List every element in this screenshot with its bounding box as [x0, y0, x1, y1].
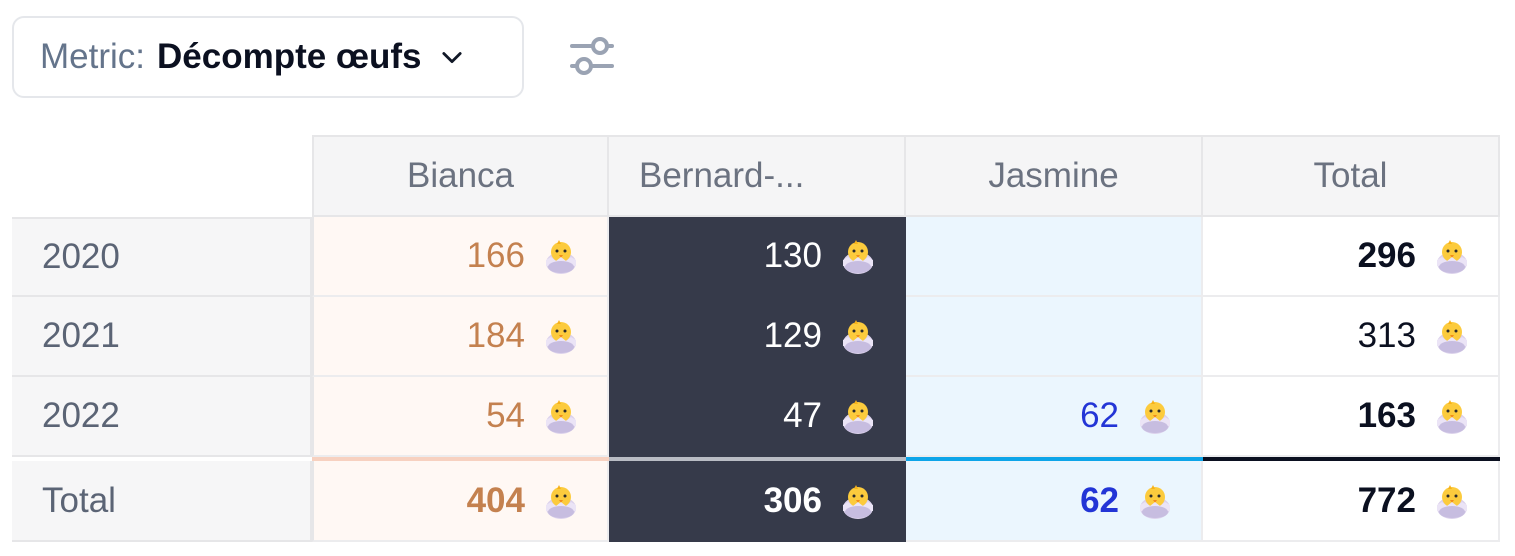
cell-bianca-2020[interactable]: 166 — [312, 217, 609, 297]
cell-bernard-2020[interactable]: 130 — [609, 217, 906, 297]
row-label-2022: 2022 — [12, 377, 312, 457]
pivot-table: Bianca Bernard-... Jasmine Total 2020 16… — [12, 135, 1500, 556]
hatching-chick-icon — [838, 481, 878, 521]
column-header-total[interactable]: Total — [1203, 135, 1500, 217]
value: 130 — [763, 236, 822, 275]
sliders-icon — [569, 34, 615, 83]
hatching-chick-icon — [1432, 396, 1472, 436]
cell-bianca-2021[interactable]: 184 — [312, 297, 609, 377]
value: 54 — [486, 396, 525, 435]
cell-bianca-2022[interactable]: 54 — [312, 377, 609, 457]
value: 62 — [1080, 480, 1119, 520]
cell-bianca-total[interactable]: 404 — [312, 461, 609, 542]
cell-bernard-2021[interactable]: 129 — [609, 297, 906, 377]
hatching-chick-icon — [541, 316, 581, 356]
chevron-down-icon — [437, 42, 467, 72]
cell-total-total[interactable]: 772 — [1203, 461, 1500, 542]
value: 306 — [763, 480, 822, 520]
cell-total-2022[interactable]: 163 — [1203, 377, 1500, 457]
value: 62 — [1080, 396, 1119, 435]
metric-value: Décompte œufs — [157, 37, 422, 76]
hatching-chick-icon — [541, 481, 581, 521]
hatching-chick-icon — [1432, 481, 1472, 521]
column-header-jasmine[interactable]: Jasmine — [906, 135, 1203, 217]
row-label-2020: 2020 — [12, 217, 312, 297]
hatching-chick-icon — [541, 396, 581, 436]
value: 404 — [466, 480, 525, 520]
value: 163 — [1357, 396, 1416, 435]
row-label-total: Total — [12, 461, 312, 542]
cell-bernard-total[interactable]: 306 — [609, 461, 906, 542]
column-header-bernard[interactable]: Bernard-... — [609, 135, 906, 217]
cell-jasmine-2021[interactable] — [906, 297, 1203, 377]
value: 772 — [1357, 480, 1416, 520]
filter-settings-button[interactable] — [566, 32, 618, 84]
metric-label: Metric: — [40, 37, 145, 76]
cell-jasmine-total[interactable]: 62 — [906, 461, 1203, 542]
cell-total-2021[interactable]: 313 — [1203, 297, 1500, 377]
cell-jasmine-2022[interactable]: 62 — [906, 377, 1203, 457]
hatching-chick-icon — [1135, 481, 1175, 521]
metric-dropdown[interactable]: Metric: Décompte œufs — [12, 16, 524, 98]
hatching-chick-icon — [1135, 396, 1175, 436]
value: 296 — [1357, 236, 1416, 275]
cell-bernard-2022[interactable]: 47 — [609, 377, 906, 457]
value: 313 — [1357, 316, 1416, 355]
row-label-2021: 2021 — [12, 297, 312, 377]
hatching-chick-icon — [838, 236, 878, 276]
value: 184 — [466, 316, 525, 355]
value: 166 — [466, 236, 525, 275]
column-header-bianca[interactable]: Bianca — [312, 135, 609, 217]
value: 129 — [763, 316, 822, 355]
hatching-chick-icon — [1432, 316, 1472, 356]
hatching-chick-icon — [838, 396, 878, 436]
cell-jasmine-2020[interactable] — [906, 217, 1203, 297]
hatching-chick-icon — [1432, 236, 1472, 276]
hatching-chick-icon — [541, 236, 581, 276]
value: 47 — [783, 396, 822, 435]
cell-total-2020[interactable]: 296 — [1203, 217, 1500, 297]
hatching-chick-icon — [838, 316, 878, 356]
